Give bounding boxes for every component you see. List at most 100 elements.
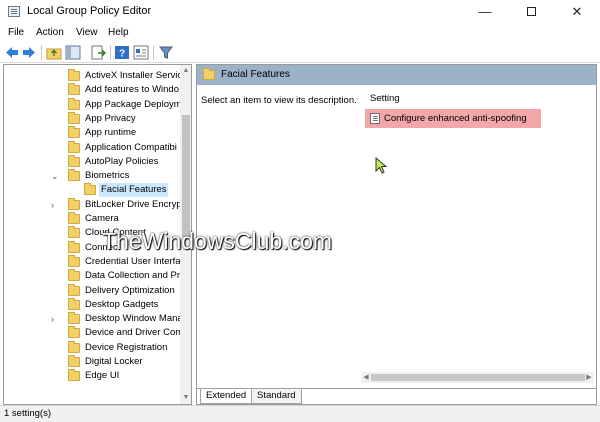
folder-icon [68, 326, 80, 339]
horizontal-scrollbar[interactable]: ◀ ▶ [361, 372, 594, 383]
scroll-up-arrow-icon[interactable]: ▲ [180, 65, 191, 77]
menu-view[interactable]: View [76, 27, 98, 38]
tree-item-label: Delivery Optimization [85, 284, 175, 296]
tree-item[interactable]: Edge UI [4, 369, 180, 383]
tree-item[interactable]: Device and Driver Com [4, 326, 183, 340]
scrollbar-thumb[interactable] [182, 115, 190, 237]
tree-item-label: App runtime [85, 127, 137, 139]
folder-icon [68, 212, 80, 224]
export-list-icon[interactable] [90, 45, 106, 60]
help-icon[interactable]: ? [114, 45, 130, 60]
tree-item[interactable]: Facial Features [4, 183, 180, 198]
hscrollbar-thumb[interactable] [371, 374, 585, 381]
status-text: 1 setting(s) [4, 408, 51, 419]
tree-item[interactable]: Desktop Gadgets [4, 297, 180, 312]
details-header-title: Facial Features [221, 69, 290, 80]
folder-icon [68, 269, 80, 282]
expand-right-chevron-icon[interactable]: › [51, 198, 54, 212]
folder-icon [68, 126, 80, 139]
folder-icon [68, 154, 80, 167]
tab-standard[interactable]: Standard [251, 389, 302, 404]
policy-setting-icon [370, 113, 380, 124]
policy-editor-icon [8, 6, 20, 17]
maximize-button[interactable] [508, 0, 554, 24]
title-bar: Local Group Policy Editor — ✕ [0, 0, 600, 24]
tree-item[interactable]: Application Compatibi [4, 140, 180, 155]
tree-item-label: Camera [85, 213, 119, 224]
scroll-right-arrow-icon[interactable]: ▶ [584, 372, 594, 383]
tree-item[interactable]: › Desktop Window Mana [4, 312, 183, 326]
tree-item[interactable]: App Package Deploym [4, 97, 182, 112]
folder-icon [68, 254, 80, 267]
tree-item[interactable]: Credential User Interfac [4, 254, 185, 269]
up-folder-icon[interactable] [46, 45, 62, 60]
expand-down-chevron-icon[interactable]: ⌄ [51, 169, 59, 183]
scroll-down-arrow-icon[interactable]: ▼ [180, 392, 191, 404]
expand-right-chevron-icon[interactable]: › [51, 312, 54, 326]
svg-text:?: ? [119, 49, 125, 60]
tree-item[interactable]: App Privacy [4, 111, 180, 126]
tree-item-label: Data Collection and Pr [85, 270, 181, 282]
description-text: Select an item to view its description. [201, 95, 357, 106]
tree-item[interactable]: Add features to Windo [4, 83, 180, 97]
folder-icon [68, 69, 80, 81]
tree-item[interactable]: App runtime [4, 126, 180, 140]
tab-extended[interactable]: Extended [200, 389, 253, 404]
tree-item-label: Edge UI [85, 370, 120, 382]
tree-item-label: Credential User Interfac [85, 255, 186, 267]
close-button[interactable]: ✕ [554, 0, 600, 24]
tree-item[interactable]: Data Collection and Pr [4, 269, 180, 283]
maximize-icon [526, 7, 536, 17]
menu-bar: File Action View Help [0, 24, 600, 42]
tree-item[interactable]: › BitLocker Drive Encrypt [4, 197, 184, 212]
tree-item-label: ActiveX Installer Servic [85, 70, 183, 81]
folder-icon [68, 312, 80, 325]
view-tabs: Extended Standard [197, 388, 596, 404]
folder-icon [68, 369, 80, 382]
toolbar-separator [110, 45, 111, 60]
tree-item-label: Facial Features [99, 183, 169, 198]
tree-item-label: Application Compatibi [85, 141, 177, 153]
mouse-cursor-icon [375, 157, 388, 174]
tree-item[interactable]: ⌄ Biometrics [4, 169, 180, 183]
tree-item[interactable]: Device Registration [4, 340, 180, 355]
toolbar-separator [41, 45, 42, 60]
menu-action[interactable]: Action [36, 27, 64, 38]
folder-icon [68, 355, 80, 367]
folder-icon [68, 169, 80, 182]
tree-item[interactable]: Delivery Optimization [4, 283, 180, 298]
show-hide-tree-icon[interactable] [65, 45, 81, 60]
menu-help[interactable]: Help [108, 27, 129, 38]
tree-item[interactable]: AutoPlay Policies [4, 154, 180, 169]
filter-icon[interactable] [158, 45, 174, 60]
tree-item[interactable]: ActiveX Installer Servic [4, 69, 182, 83]
tree-item-label: Biometrics [85, 170, 130, 182]
folder-icon [68, 240, 80, 253]
setting-column-header[interactable]: Setting [370, 93, 400, 104]
folder-icon [68, 226, 80, 239]
tree-item-label: BitLocker Drive Encrypt [85, 198, 185, 210]
forward-arrow-icon[interactable] [21, 45, 37, 60]
tree-item-label: Digital Locker [85, 356, 143, 367]
status-bar: 1 setting(s) [0, 405, 600, 422]
toolbar-separator [153, 45, 154, 60]
tree-item-label: App Package Deploym [85, 98, 182, 110]
scroll-left-arrow-icon[interactable]: ◀ [361, 372, 371, 383]
menu-file[interactable]: File [8, 27, 24, 38]
tree-item-label: Desktop Window Mana [85, 313, 183, 325]
minimize-button[interactable]: — [462, 0, 508, 24]
tree-item[interactable]: Camera [4, 212, 180, 226]
setting-label: Configure enhanced anti-spoofing [384, 113, 527, 124]
properties-icon[interactable] [133, 45, 149, 60]
watermark-text: TheWindowsClub.com [102, 228, 333, 254]
folder-icon [68, 340, 80, 353]
folder-icon [68, 111, 80, 124]
tree-item-label: Device Registration [85, 341, 168, 353]
setting-row-anti-spoofing[interactable]: Configure enhanced anti-spoofing [365, 109, 541, 128]
back-arrow-icon[interactable] [4, 45, 20, 60]
folder-icon [68, 297, 80, 310]
tree-item-label: App Privacy [85, 112, 136, 124]
settings-list: Setting Configure enhanced anti-spoofing [361, 87, 596, 387]
tree-item[interactable]: Digital Locker [4, 355, 180, 369]
folder-icon [68, 140, 80, 153]
